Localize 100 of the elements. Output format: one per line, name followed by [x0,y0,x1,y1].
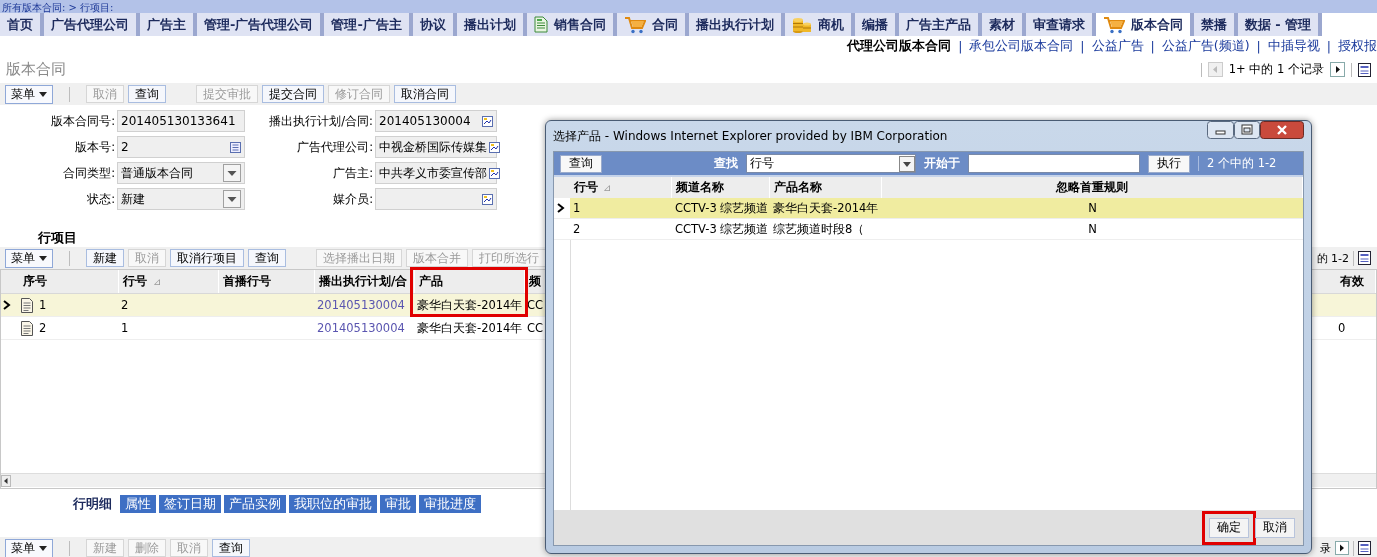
nav-tab[interactable]: 数据 - 管理 [1237,13,1323,36]
dropdown-field[interactable]: 行号 [746,154,916,173]
column-header[interactable]: 序号 [19,270,119,293]
toolbar-button[interactable]: 查询 [128,85,166,103]
input-field[interactable]: 中共孝义市委宣传部 [375,162,497,184]
sub-link[interactable]: 公益广告 [1091,37,1144,55]
field-label: 广告主: [332,165,373,181]
dialog-title: 选择产品 - Windows Internet Explorer provided by IBM Corporation [553,127,948,145]
column-header[interactable]: 首播行号 [219,270,315,293]
calculator-icon[interactable] [230,141,241,153]
menu-button[interactable]: 菜单 [5,538,53,557]
toolbar-button[interactable]: 提交合同 [262,85,324,103]
plan-link[interactable]: 201405130004 [317,321,405,335]
lookup-icon[interactable] [489,167,500,179]
link-separator: | [1255,38,1262,54]
detail-tab[interactable]: 属性 [120,495,156,513]
nav-tab[interactable]: 素材 [981,13,1026,36]
dropdown-field[interactable]: 新建 [117,188,245,210]
window-icon[interactable] [1358,541,1371,555]
next-page-icon[interactable] [1330,62,1345,77]
dialog-button[interactable]: 取消 [1255,517,1295,538]
query-button[interactable]: 查询 [560,154,602,173]
pager-text: 1+ 中的 1 个记录 [1228,62,1324,77]
sort-indicator: ⊿ [603,182,612,193]
nav-tab[interactable]: 协议 [412,13,457,36]
sub-link[interactable]: 代理公司版本合同 [847,37,952,55]
maximize-icon[interactable] [1234,121,1260,139]
nav-tab[interactable]: 播出计划 [456,13,527,36]
menu-button[interactable]: 菜单 [5,84,53,104]
input-field[interactable]: 2 [117,136,245,158]
table-cell: 豪华白天套-2014年 [417,297,523,313]
toolbar-button[interactable]: 取消合同 [394,85,456,103]
nav-tab[interactable]: 管理-广告代理公司 [197,13,325,36]
detail-tab[interactable]: 产品实例 [224,495,286,513]
input-field[interactable] [375,188,497,210]
nav-tab[interactable]: 禁播 [1193,13,1238,36]
input-field[interactable] [968,154,1140,173]
dropdown-field[interactable]: 普通版本合同 [117,162,245,184]
dropdown-icon[interactable] [223,164,241,182]
toolbar-button[interactable]: 查询 [212,539,250,557]
minimize-icon[interactable] [1207,121,1234,139]
nav-tab[interactable]: 广告主 [140,13,197,36]
toolbar-button[interactable]: 取消行项目 [170,249,244,267]
nav-tab[interactable]: 播出执行计划 [688,13,785,36]
table-cell: CC [527,298,544,312]
cart-icon [1102,15,1125,34]
lookup-icon[interactable] [482,193,493,205]
detail-tab[interactable]: 我职位的审批 [289,495,377,513]
dropdown-icon[interactable] [223,190,241,208]
input-field[interactable]: 201405130004 [375,110,497,132]
nav-tab[interactable]: 广告主产品 [898,13,982,36]
breadcrumb-text: 所有版本合同: > 行项目: [1,1,114,14]
nav-tab[interactable]: 商机 [784,13,855,36]
detail-tab[interactable]: 审批 [380,495,416,513]
detail-tab[interactable]: 签订日期 [159,495,221,513]
input-field[interactable]: 201405130133641 [117,110,245,132]
dropdown-icon [899,155,915,172]
column-header[interactable]: 产品 [415,270,525,293]
link-separator: | [1079,38,1086,54]
window-icon[interactable] [1358,62,1371,77]
nav-tab[interactable]: 编播 [854,13,899,36]
section-title: 行项目 [38,230,77,245]
table-row[interactable]: 1 CCTV-3 综艺频道 豪华白天套-2014年 N [554,198,1303,219]
field-label: 合同类型: [62,165,115,181]
window-icon[interactable] [1358,251,1371,265]
nav-tab[interactable]: 首页 [0,13,44,36]
run-button[interactable]: 执行 [1148,154,1190,173]
column-header[interactable]: 行号 ⊿ [119,270,219,293]
close-icon[interactable] [1260,121,1304,139]
caret-icon [39,91,47,97]
sub-link[interactable]: 授权报 [1338,37,1377,55]
count-text: 2 个中的 1-2 [1198,156,1277,171]
sub-link[interactable]: 中插导视 [1267,37,1320,55]
nav-tab[interactable]: 合同 [616,13,689,36]
detail-tab[interactable]: 审批进度 [419,495,481,513]
start-label: 开始于 [924,155,960,172]
toolbar-button[interactable]: 查询 [248,249,286,267]
pager-text: 录 [1320,540,1331,556]
column-header[interactable]: 有效 [1336,270,1376,293]
table-cell: 豪华白天套-2014年 [417,320,523,336]
column-header[interactable]: 播出执行计划/合 [315,270,415,293]
lookup-icon[interactable] [489,141,500,153]
table-cell: CCTV-3 综艺频道 [675,200,769,216]
sub-link[interactable]: 承包公司版本合同 [969,37,1074,55]
table-cell: 2 [121,298,129,312]
lookup-icon[interactable] [482,115,493,127]
nav-tab[interactable]: 审查请求 [1025,13,1096,36]
scroll-left-icon[interactable] [1,474,11,487]
next-page-icon[interactable] [1335,541,1349,555]
table-cell: 1 [39,298,47,312]
sub-link[interactable]: 公益广告(频道) [1161,37,1250,55]
nav-tab[interactable]: 管理-广告主 [324,13,413,36]
input-field[interactable]: 中视金桥国际传媒集 [375,136,497,158]
menu-button[interactable]: 菜单 [5,248,53,268]
plan-link[interactable]: 201405130004 [317,298,405,312]
nav-tab[interactable]: 广告代理公司 [44,13,140,36]
table-cell: CCTV-3 综艺频道 [675,221,769,237]
nav-tab[interactable]: 销售合同 [526,13,617,36]
toolbar-button[interactable]: 新建 [86,249,124,267]
link-separator: | [957,38,964,54]
